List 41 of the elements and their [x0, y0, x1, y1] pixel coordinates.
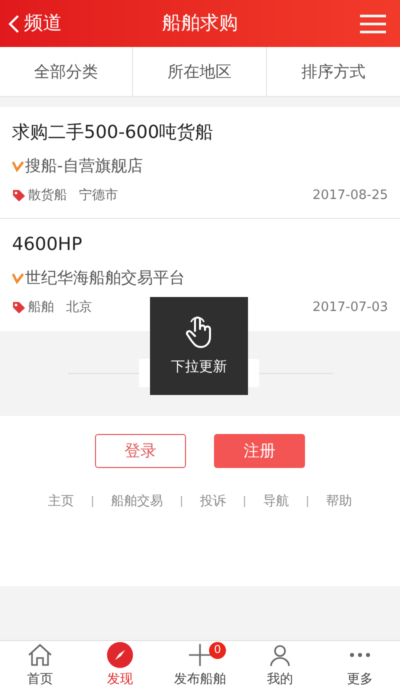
nav-tab[interactable]: 发布船舶 0 — [160, 641, 240, 691]
listing-card[interactable]: 4600HP 世纪华海船舶交易平台 船舶 北京 2017-07-03 — [0, 219, 400, 331]
listing-title: 4600HP — [12, 233, 84, 257]
listing-card[interactable]: 求购二手500-600吨货船 搜船-自营旗舰店 散货船 宁德市 2017-08-25 — [0, 107, 400, 219]
seller-name: 搜船-自营旗舰店 — [25, 155, 143, 177]
tag-icon — [12, 301, 26, 314]
nav-tab[interactable]: 我的 — [240, 641, 320, 691]
page-title: 船舶求购 — [162, 11, 238, 36]
footer-link[interactable]: 投诉 — [200, 492, 226, 512]
toast-text: 下拉更新 — [171, 358, 227, 376]
category-label: 散货船 — [28, 187, 67, 205]
back-icon — [8, 14, 20, 34]
footer-link[interactable]: 导航 — [263, 492, 289, 512]
nav-tab[interactable]: 首页 — [0, 641, 80, 691]
date-label: 2017-08-25 — [312, 187, 388, 205]
more-icon — [349, 652, 371, 658]
footer-link[interactable]: 帮助 — [326, 492, 352, 512]
seller-logo-icon — [12, 272, 24, 284]
person-icon — [268, 642, 292, 666]
plus-icon — [188, 642, 212, 666]
filter-tab[interactable]: 全部分类 — [0, 47, 134, 96]
seller-name: 世纪华海船舶交易平台 — [25, 267, 185, 289]
login-button[interactable]: 登录 — [95, 434, 186, 468]
filter-tab[interactable]: 排序方式 — [266, 47, 400, 96]
footer-link[interactable]: 主页 — [48, 492, 74, 512]
date-label: 2017-07-03 — [312, 299, 388, 317]
tag-icon — [12, 189, 26, 202]
category-label: 船舶 — [28, 299, 54, 317]
listing-title: 求购二手500-600吨货船 — [12, 121, 214, 145]
count-badge: 0 — [209, 642, 226, 659]
hand-pointer-icon — [184, 314, 214, 348]
nav-tab[interactable]: 更多 — [320, 641, 400, 691]
home-icon — [27, 642, 53, 666]
menu-icon — [360, 14, 386, 34]
location-label: 宁德市 — [79, 187, 118, 205]
filter-tab[interactable]: 所在地区 — [133, 47, 267, 96]
nav-tab[interactable]: 发现 — [80, 641, 160, 691]
footer-link[interactable]: 船舶交易 — [111, 492, 163, 512]
seller-logo-icon — [12, 160, 24, 172]
back-button[interactable]: 频道 — [8, 9, 62, 38]
location-label: 北京 — [66, 299, 92, 317]
